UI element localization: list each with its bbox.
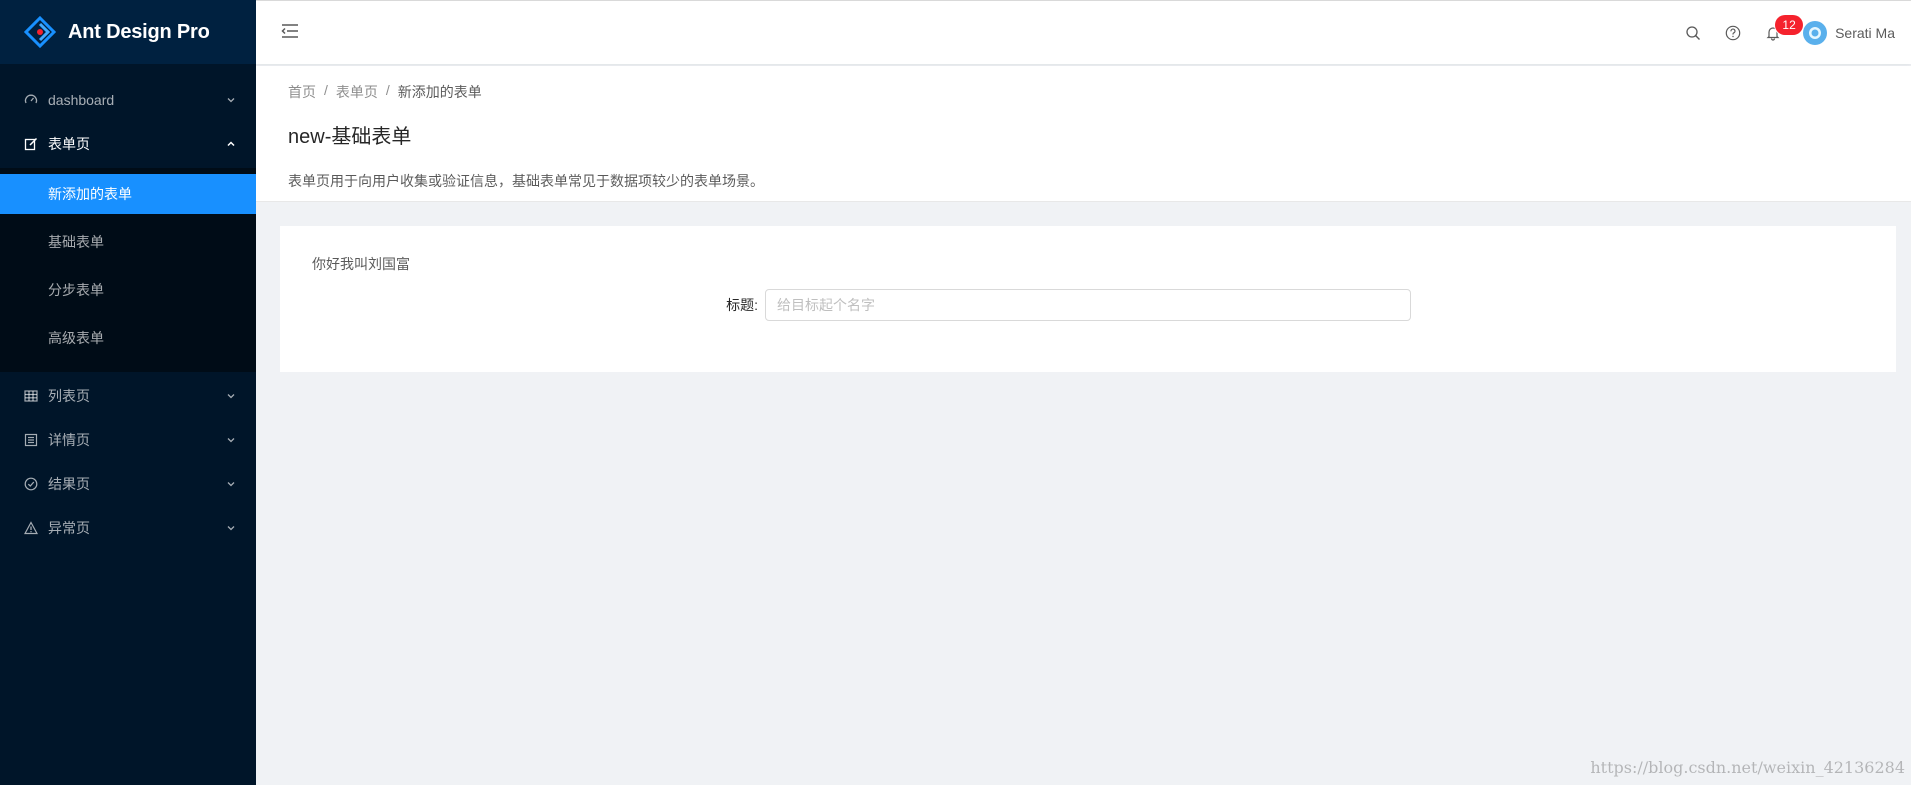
sidebar-item-form[interactable]: 表单页: [0, 124, 256, 164]
user-menu[interactable]: Serati Ma: [1793, 1, 1895, 65]
profile-icon: [24, 433, 38, 447]
page-title: new-基础表单: [288, 126, 412, 148]
notification-bell[interactable]: 12: [1753, 1, 1804, 65]
search-icon[interactable]: [1673, 1, 1713, 65]
sidebar-item-label: 结果页: [48, 476, 90, 492]
breadcrumb: 首页 / 表单页 / 新添加的表单: [288, 82, 1879, 102]
sidebar-item-label: 分步表单: [48, 282, 104, 298]
header-actions: 12 Serati Ma: [1673, 1, 1895, 65]
sidebar-item-dashboard[interactable]: dashboard: [0, 80, 256, 120]
form-submenu: 新添加的表单 基础表单 分步表单 高级表单: [0, 168, 256, 372]
form-icon: [24, 137, 38, 151]
breadcrumb-current: 新添加的表单: [397, 84, 482, 100]
sidebar-item-label: 列表页: [48, 388, 90, 404]
sidebar-item-list[interactable]: 列表页: [0, 376, 256, 416]
dashboard-icon: [24, 93, 38, 107]
sidebar-item-new-form[interactable]: 新添加的表单: [0, 174, 256, 214]
chevron-down-icon: [226, 523, 236, 533]
sidebar-item-exception[interactable]: 异常页: [0, 508, 256, 548]
sidebar-item-label: 新添加的表单: [48, 186, 132, 202]
sidebar-item-label: 异常页: [48, 520, 90, 536]
chevron-down-icon: [226, 391, 236, 401]
logo[interactable]: Ant Design Pro: [0, 0, 256, 64]
sidebar-item-basic-form[interactable]: 基础表单: [0, 222, 256, 262]
check-circle-icon: [24, 477, 38, 491]
breadcrumb-form-link[interactable]: 表单页: [336, 82, 378, 102]
question-circle-icon[interactable]: [1713, 1, 1753, 65]
app-title: Ant Design Pro: [68, 20, 210, 43]
chevron-down-icon: [226, 95, 236, 105]
sidebar-item-result[interactable]: 结果页: [0, 464, 256, 504]
username: Serati Ma: [1835, 25, 1895, 41]
breadcrumb-separator: /: [324, 82, 328, 98]
sidebar-item-label: 详情页: [48, 432, 90, 448]
greeting-text: 你好我叫刘国富: [312, 256, 410, 272]
menu-fold-icon[interactable]: [280, 21, 300, 41]
page-header: 首页 / 表单页 / 新添加的表单 new-基础表单 表单页用于向用户收集或验证…: [256, 66, 1911, 202]
sidebar-item-profile[interactable]: 详情页: [0, 420, 256, 460]
breadcrumb-home-link[interactable]: 首页: [288, 82, 316, 102]
sidebar-item-advanced-form[interactable]: 高级表单: [0, 318, 256, 358]
sidebar-item-label: 表单页: [48, 136, 90, 152]
sidebar-item-step-form[interactable]: 分步表单: [0, 270, 256, 310]
page-description: 表单页用于向用户收集或验证信息，基础表单常见于数据项较少的表单场景。: [288, 173, 764, 189]
sidebar: Ant Design Pro dashboard 表单页 新添加的表单 基础表单…: [0, 0, 256, 785]
warning-icon: [24, 521, 38, 535]
table-icon: [24, 389, 38, 403]
chevron-down-icon: [226, 435, 236, 445]
title-label: 标题:: [726, 297, 758, 313]
sidebar-item-label: 基础表单: [48, 234, 104, 250]
watermark-text: https://blog.csdn.net/weixin_42136284: [1590, 758, 1905, 777]
sidebar-item-label: 高级表单: [48, 330, 104, 346]
avatar: [1803, 21, 1828, 45]
title-form-row: 标题:: [280, 289, 1896, 321]
chevron-down-icon: [226, 479, 236, 489]
global-header: 12 Serati Ma: [256, 0, 1911, 64]
notification-count-badge: 12: [1775, 15, 1804, 35]
chevron-up-icon: [226, 139, 236, 149]
side-menu: dashboard 表单页 新添加的表单 基础表单 分步表单 高级表单 列表页 …: [0, 64, 256, 548]
form-card: 你好我叫刘国富 标题:: [280, 226, 1896, 372]
title-input[interactable]: [765, 289, 1411, 321]
sidebar-item-label: dashboard: [48, 92, 115, 108]
breadcrumb-separator: /: [385, 82, 390, 98]
ant-design-logo-icon: [24, 16, 56, 48]
